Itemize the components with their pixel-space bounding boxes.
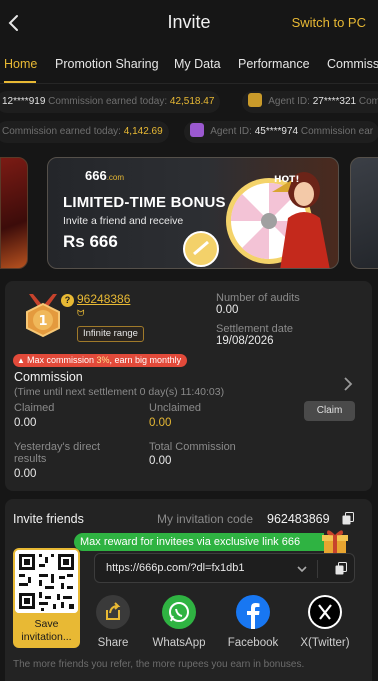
- commission-ticker-row-1: 12****919 Commission earned today: 42,51…: [0, 91, 378, 115]
- ticker-item: Agent ID: 45****974 Commission ear: [184, 121, 378, 143]
- invitation-code-label: My invitation code: [157, 512, 254, 526]
- claim-button[interactable]: Claim: [304, 401, 355, 421]
- total-commission-value: 0.00: [149, 455, 172, 467]
- invitation-code-value: 962483869: [267, 512, 330, 526]
- claimed-value: 0.00: [14, 417, 37, 429]
- diamond-badge-icon: [190, 123, 204, 137]
- ticker-label: Agent ID:: [268, 96, 310, 107]
- ticker-item: 12****919 Commission earned today: 42,51…: [0, 91, 221, 113]
- crown-badge-icon: [248, 93, 262, 107]
- settlement-countdown: (Time until next settlement 0 day(s) 11:…: [14, 386, 225, 398]
- divider: [317, 560, 318, 578]
- ticker-label: Agent ID:: [210, 126, 252, 137]
- yesterday-results-value: 0.00: [14, 468, 37, 480]
- settlement-date-label: Settlement date: [216, 323, 294, 335]
- tab-my-data[interactable]: My Data: [174, 57, 221, 71]
- commission-title: Commission: [14, 370, 83, 384]
- top-bar: Invite Switch to PC: [0, 0, 378, 46]
- banner-subline: Invite a friend and receive: [63, 215, 184, 227]
- exclusive-link-promo: Max reward for invitees via exclusive li…: [74, 533, 324, 551]
- help-icon[interactable]: ?: [61, 294, 74, 307]
- level-medal-icon: 1: [26, 294, 60, 338]
- fire-icon: ▲: [17, 356, 25, 365]
- ticker-text: Com: [358, 96, 378, 107]
- agent-id-link[interactable]: 96248386: [77, 292, 130, 306]
- gift-icon: [322, 530, 348, 554]
- total-commission-label: Total Commission: [149, 441, 236, 453]
- claimed-label: Claimed: [14, 402, 55, 414]
- brand-logo: 666.com: [85, 168, 125, 183]
- ticker-agent-id: 12****919: [2, 96, 46, 107]
- ticker-amount: 4,142.69: [123, 126, 163, 137]
- range-badge: Infinite range: [77, 326, 144, 342]
- invite-link-field[interactable]: https://666p.com/?dl=fx1db1: [94, 553, 355, 583]
- ticker-agent-id: 27****321: [312, 96, 357, 107]
- audits-label: Number of audits: [216, 292, 300, 304]
- coin-icon: [183, 231, 219, 267]
- x-twitter-icon: [308, 595, 342, 629]
- copy-code-icon[interactable]: [342, 512, 354, 525]
- character-illustration: HOT!: [272, 172, 330, 268]
- x-twitter-label: X(Twitter): [300, 637, 350, 649]
- invite-friends-card: Invite friends My invitation code 962483…: [5, 499, 372, 681]
- copy-id-icon[interactable]: ᗢ: [77, 308, 84, 319]
- agent-commission-card: 1 ? 96248386 ᗢ Infinite range Number of …: [5, 281, 372, 491]
- tab-bar: Home Promotion Sharing My Data Performan…: [0, 46, 378, 84]
- copy-link-icon[interactable]: [335, 562, 347, 575]
- yesterday-results-label: Yesterday's direct results: [14, 441, 101, 465]
- whatsapp-icon: [162, 595, 196, 629]
- audits-value: 0.00: [216, 304, 239, 316]
- active-tab-indicator: [4, 81, 36, 83]
- save-invitation-button[interactable]: Save invitation...: [13, 548, 80, 648]
- facebook-share-button[interactable]: Facebook: [225, 595, 281, 649]
- chevron-right-icon[interactable]: [342, 376, 354, 392]
- chevron-down-icon[interactable]: [296, 564, 308, 574]
- tab-promotion-sharing[interactable]: Promotion Sharing: [55, 57, 159, 71]
- commission-ticker-row-2: Commission earned today: 4,142.69 Agent …: [0, 121, 378, 145]
- whatsapp-share-button[interactable]: WhatsApp: [149, 595, 209, 649]
- carousel-slide-next[interactable]: [350, 157, 378, 269]
- svg-text:1: 1: [38, 314, 47, 329]
- save-invitation-label: Save invitation...: [21, 618, 72, 643]
- ticker-item: Agent ID: 27****321 Com: [242, 91, 378, 113]
- ticker-text: Commission earned today:: [48, 96, 168, 107]
- back-arrow-icon[interactable]: [4, 11, 24, 35]
- carousel-slide-bonus[interactable]: HOT! 666.com LIMITED-TIME BONUS Invite a…: [47, 157, 339, 269]
- tab-home[interactable]: Home: [4, 57, 37, 71]
- max-commission-pill: ▲ Max commission 3%, earn big monthly: [13, 354, 188, 367]
- unclaimed-value: 0.00: [149, 417, 172, 429]
- ticker-amount: 42,518.47: [169, 96, 215, 107]
- unclaimed-label: Unclaimed: [149, 402, 201, 414]
- share-icon: [96, 595, 130, 629]
- ticker-item: Commission earned today: 4,142.69: [0, 121, 169, 143]
- facebook-label: Facebook: [227, 637, 279, 649]
- qr-code-icon: [15, 550, 78, 613]
- invite-link-text: https://666p.com/?dl=fx1db1: [106, 562, 245, 574]
- ticker-text: Commission earned today:: [2, 126, 121, 137]
- x-twitter-share-button[interactable]: X(Twitter): [297, 595, 353, 649]
- facebook-icon: [236, 595, 270, 629]
- invite-title: Invite friends: [13, 512, 84, 526]
- banner-amount: Rs 666: [63, 232, 118, 251]
- carousel-dots: [219, 262, 237, 268]
- hot-tag: HOT!: [274, 175, 299, 185]
- promo-carousel[interactable]: HOT! 666.com LIMITED-TIME BONUS Invite a…: [0, 152, 378, 274]
- carousel-slide-previous[interactable]: [0, 157, 28, 269]
- share-button[interactable]: Share: [95, 595, 131, 649]
- settlement-date-value: 19/08/2026: [216, 335, 274, 347]
- referral-footer-note: The more friends you refer, the more rup…: [13, 659, 305, 670]
- tab-commission[interactable]: Commiss: [327, 57, 378, 71]
- tab-performance[interactable]: Performance: [238, 57, 310, 71]
- switch-to-pc-link[interactable]: Switch to PC: [292, 15, 366, 30]
- ticker-agent-id: 45****974: [254, 126, 299, 137]
- ticker-text: Commission ear: [300, 126, 374, 137]
- whatsapp-label: WhatsApp: [152, 637, 206, 649]
- banner-headline: LIMITED-TIME BONUS: [63, 194, 226, 211]
- share-label: Share: [97, 637, 129, 649]
